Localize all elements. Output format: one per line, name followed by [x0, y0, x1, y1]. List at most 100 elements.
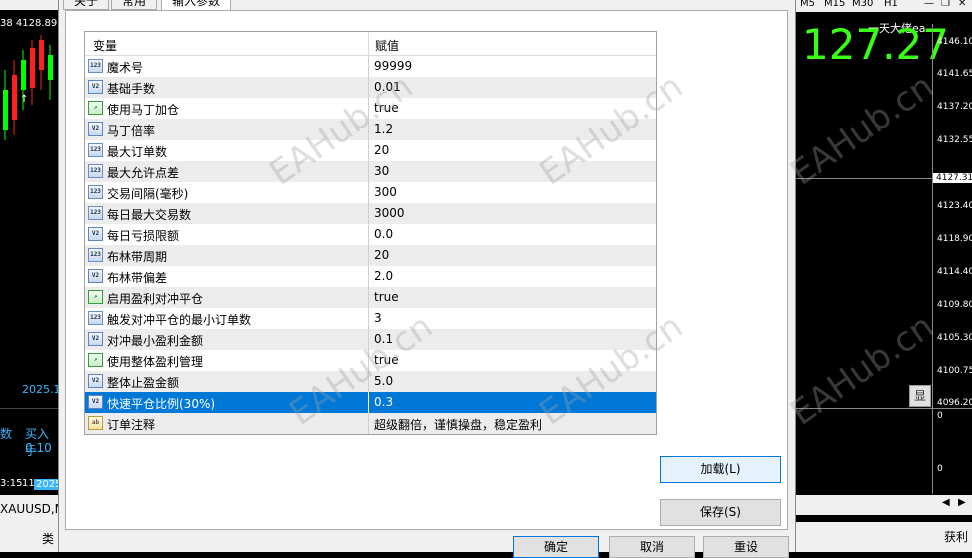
param-value[interactable]: true — [374, 353, 399, 367]
header-variable[interactable]: 变量 — [93, 37, 117, 54]
int-type-icon: 123 — [88, 164, 103, 178]
load-button[interactable]: 加载(L) — [660, 456, 781, 483]
sub-tick: 0 — [937, 411, 943, 421]
param-name: 使用整体盈利管理 — [107, 355, 204, 369]
dbl-type-icon: V2 — [88, 395, 103, 409]
show-button[interactable]: 显 — [909, 385, 931, 407]
int-type-icon: 123 — [88, 248, 103, 262]
param-value[interactable]: 20 — [374, 143, 389, 157]
left-symbol-tab[interactable]: XAUUSD,M — [0, 495, 58, 525]
param-row[interactable]: ↗ 启用盈利对冲平仓 true — [85, 287, 656, 308]
param-name: 对冲最小盈利金额 — [107, 334, 204, 348]
param-value[interactable]: 30 — [374, 164, 389, 178]
dbl-type-icon: V2 — [88, 227, 103, 241]
int-type-icon: 123 — [88, 206, 103, 220]
param-value[interactable]: 3 — [374, 311, 382, 325]
left-date-label: 2025.1 — [22, 383, 58, 396]
left-price-readout: 38 4128.89 41 — [0, 18, 58, 29]
tf-h1[interactable]: H1 — [884, 0, 898, 9]
param-row[interactable]: 123 每日最大交易数 3000 — [85, 203, 656, 224]
param-row[interactable]: 123 最大订单数 20 — [85, 140, 656, 161]
left-time-1: 3:15 — [0, 478, 23, 489]
param-name: 每日最大交易数 — [107, 208, 192, 222]
price-tick: 4100.75 — [937, 366, 972, 376]
param-name: 布林带周期 — [107, 250, 168, 264]
scroll-right-icon[interactable]: ▶ — [958, 497, 966, 508]
param-value[interactable]: 20 — [374, 248, 389, 262]
tf-m15[interactable]: M15 — [824, 0, 845, 9]
left-panel-label: 数 — [0, 427, 13, 441]
param-value[interactable]: 0.0 — [374, 227, 393, 241]
param-row[interactable]: 123 魔术号 99999 — [85, 56, 656, 77]
price-tick: 4132.55 — [937, 135, 972, 145]
bool-type-icon: ↗ — [88, 101, 103, 115]
param-name: 马丁倍率 — [107, 124, 156, 138]
param-value[interactable]: 300 — [374, 185, 397, 199]
param-row[interactable]: V2 基础手数 0.01 — [85, 77, 656, 98]
param-value[interactable]: 99999 — [374, 59, 412, 73]
sub-panel-separator — [796, 408, 972, 409]
param-name: 整体止盈金额 — [107, 376, 180, 390]
ok-button[interactable]: 确定 — [513, 536, 599, 558]
sub-tick: 0 — [937, 464, 943, 474]
param-row[interactable]: V2 马丁倍率 1.2 — [85, 119, 656, 140]
tab-about[interactable]: 关于 — [63, 0, 110, 10]
tf-m5[interactable]: M5 — [800, 0, 815, 9]
save-button[interactable]: 保存(S) — [660, 499, 781, 526]
dbl-type-icon: V2 — [88, 332, 103, 346]
param-value[interactable]: 0.01 — [374, 80, 401, 94]
left-candles: ↑ — [3, 35, 53, 140]
param-name: 魔术号 — [107, 61, 144, 75]
scroll-left-icon[interactable]: ◀ — [942, 497, 950, 508]
minimize-icon[interactable]: — — [924, 0, 934, 9]
price-tick: 4123.40 — [937, 201, 972, 211]
cancel-button[interactable]: 取消 — [609, 536, 695, 558]
dbl-type-icon: V2 — [88, 122, 103, 136]
current-price-line — [796, 178, 932, 179]
inputs-panel: 变量 赋值 123 魔术号 99999 V2 基础手数 0.01 ↗ 使用马丁加仓 true V2… — [65, 10, 788, 530]
param-row[interactable]: V2 对冲最小盈利金额 0.1 — [85, 329, 656, 350]
param-row[interactable]: ↗ 使用马丁加仓 true — [85, 98, 656, 119]
param-row[interactable]: 123 最大允许点差 30 — [85, 161, 656, 182]
param-row[interactable]: ↗ 使用整体盈利管理 true — [85, 350, 656, 371]
param-value[interactable]: true — [374, 290, 399, 304]
param-row[interactable]: V2 每日亏损限额 0.0 — [85, 224, 656, 245]
right-bottom-bar: 获利 — [796, 522, 972, 552]
param-row[interactable]: 123 交易间隔(毫秒) 300 — [85, 182, 656, 203]
price-tick: 4105.30 — [937, 333, 972, 343]
parameters-grid: 变量 赋值 123 魔术号 99999 V2 基础手数 0.01 ↗ 使用马丁加仓 true V2… — [84, 31, 657, 435]
tf-m30[interactable]: M30 — [852, 0, 873, 9]
param-value[interactable]: 5.0 — [374, 374, 393, 388]
param-row[interactable]: 123 布林带周期 20 — [85, 245, 656, 266]
param-name: 快速平仓比例(30%) — [107, 397, 216, 411]
param-name: 布林带偏差 — [107, 271, 168, 285]
price-axis: 4146.10 4141.65 4137.20 4132.55 4127.31 … — [932, 24, 972, 494]
param-value[interactable]: true — [374, 101, 399, 115]
param-value[interactable]: 2.0 — [374, 269, 393, 283]
reset-button[interactable]: 重设 — [703, 536, 789, 558]
tab-common[interactable]: 常用 — [111, 0, 158, 10]
price-tick: 4109.80 — [937, 300, 972, 310]
price-tick: 4141.65 — [937, 69, 972, 79]
right-chart-strip: M5 M15 M30 H1 — ❐ ✕ 一天大佬ea 127.27 4146.1… — [796, 0, 972, 552]
param-value[interactable]: 0.1 — [374, 332, 393, 346]
param-row[interactable]: 123 触发对冲平仓的最小订单数 3 — [85, 308, 656, 329]
big-price: 127.27 — [802, 20, 949, 69]
param-row[interactable]: V2 整体止盈金额 5.0 — [85, 371, 656, 392]
param-value[interactable]: 超级翻倍，谨慎操盘，稳定盈利 — [374, 416, 542, 433]
param-name: 最大订单数 — [107, 145, 168, 159]
param-row[interactable]: ab 订单注释 超级翻倍，谨慎操盘，稳定盈利 — [85, 413, 656, 434]
restore-icon[interactable]: ❐ — [941, 0, 950, 9]
param-value[interactable]: 1.2 — [374, 122, 393, 136]
param-name: 最大允许点差 — [107, 166, 180, 180]
right-scrollbar[interactable]: ◀ ▶ — [796, 495, 972, 515]
header-value[interactable]: 赋值 — [375, 37, 399, 54]
param-value[interactable]: 0.3 — [374, 395, 394, 409]
close-icon[interactable]: ✕ — [958, 0, 966, 9]
price-tick: 4137.20 — [937, 102, 972, 112]
param-row[interactable]: V2 布林带偏差 2.0 — [85, 266, 656, 287]
param-value[interactable]: 3000 — [374, 206, 405, 220]
int-type-icon: 123 — [88, 185, 103, 199]
param-name: 订单注释 — [107, 418, 156, 432]
param-row[interactable]: V2 快速平仓比例(30%) 0.3 — [85, 392, 656, 413]
